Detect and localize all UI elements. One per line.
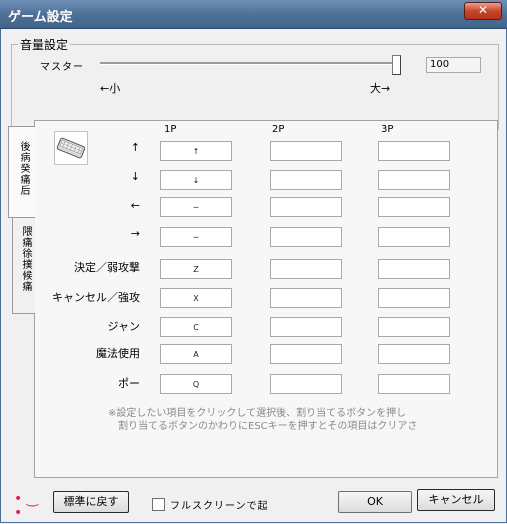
key-field-right-2p[interactable] xyxy=(270,227,342,247)
row-label-right: → xyxy=(130,227,140,240)
row-label-pause: ポー xyxy=(118,377,140,390)
tab-keyboard-label: 後病癸痛后 xyxy=(18,141,29,196)
key-field-jump-1p[interactable]: C xyxy=(160,317,232,337)
key-field-up-1p[interactable]: ↑ xyxy=(160,141,232,161)
window-title: ゲーム設定 xyxy=(8,10,73,25)
key-field-down-3p[interactable] xyxy=(378,170,450,190)
key-field-pause-3p[interactable] xyxy=(378,374,450,394)
key-field-right-3p[interactable] xyxy=(378,227,450,247)
key-field-left-1p[interactable]: ─ xyxy=(160,197,232,217)
tab-keyboard[interactable]: 後病癸痛后 xyxy=(8,126,35,218)
key-field-magic-3p[interactable] xyxy=(378,344,450,364)
key-field-cancel-1p[interactable]: X xyxy=(160,288,232,308)
row-label-left: ← xyxy=(130,199,140,212)
key-field-left-2p[interactable] xyxy=(270,197,342,217)
key-field-cancel-3p[interactable] xyxy=(378,288,450,308)
row-label-magic: 魔法使用 xyxy=(96,347,140,360)
fullscreen-checkbox[interactable] xyxy=(152,498,165,511)
ok-button[interactable]: OK xyxy=(338,491,412,513)
volume-min-label: ←小 xyxy=(100,82,121,95)
instruction-note-line2: 割り当てるボタンのかわりにESCキーを押すとその項目はクリアさ xyxy=(118,421,418,432)
row-label-down: ↓ xyxy=(130,170,140,183)
volume-value-field: 100 xyxy=(426,57,481,73)
master-volume-slider-track[interactable] xyxy=(100,62,400,65)
reset-default-button[interactable]: 標準に戻す xyxy=(53,491,129,513)
key-field-confirm-3p[interactable] xyxy=(378,259,450,279)
row-label-up: ↑ xyxy=(130,141,140,154)
volume-group-title: 音量設定 xyxy=(18,36,71,53)
master-volume-label: マスター xyxy=(40,62,84,73)
key-field-confirm-2p[interactable] xyxy=(270,259,342,279)
title-bar[interactable]: ゲーム設定 ✕ xyxy=(0,0,507,29)
fullscreen-checkbox-label[interactable]: フルスクリーンで起 xyxy=(170,497,272,512)
key-field-confirm-1p[interactable]: Z xyxy=(160,259,232,279)
row-label-cancel: キャンセル／強攻 xyxy=(52,291,140,304)
close-button[interactable]: ✕ xyxy=(464,2,502,20)
key-field-left-3p[interactable] xyxy=(378,197,450,217)
row-label-confirm: 決定／弱攻撃 xyxy=(74,261,140,274)
key-field-jump-3p[interactable] xyxy=(378,317,450,337)
key-field-pause-2p[interactable] xyxy=(270,374,342,394)
master-volume-slider-thumb[interactable] xyxy=(392,55,401,75)
cancel-button[interactable]: キャンセル xyxy=(417,489,495,511)
key-field-right-1p[interactable]: ─ xyxy=(160,227,232,247)
key-field-up-2p[interactable] xyxy=(270,141,342,161)
key-field-jump-2p[interactable] xyxy=(270,317,342,337)
column-header-1p: 1P xyxy=(164,124,177,135)
key-field-magic-1p[interactable]: A xyxy=(160,344,232,364)
volume-max-label: 大→ xyxy=(370,82,391,95)
key-field-up-3p[interactable] xyxy=(378,141,450,161)
row-label-jump: ジャン xyxy=(107,320,140,333)
key-field-magic-2p[interactable] xyxy=(270,344,342,364)
key-field-pause-1p[interactable]: Q xyxy=(160,374,232,394)
column-header-2p: 2P xyxy=(272,124,285,135)
key-field-down-2p[interactable] xyxy=(270,170,342,190)
key-field-cancel-2p[interactable] xyxy=(270,288,342,308)
app-mascot-icon: • ‿ • xyxy=(14,491,38,521)
column-header-3p: 3P xyxy=(381,124,394,135)
key-field-down-1p[interactable]: ↓ xyxy=(160,170,232,190)
